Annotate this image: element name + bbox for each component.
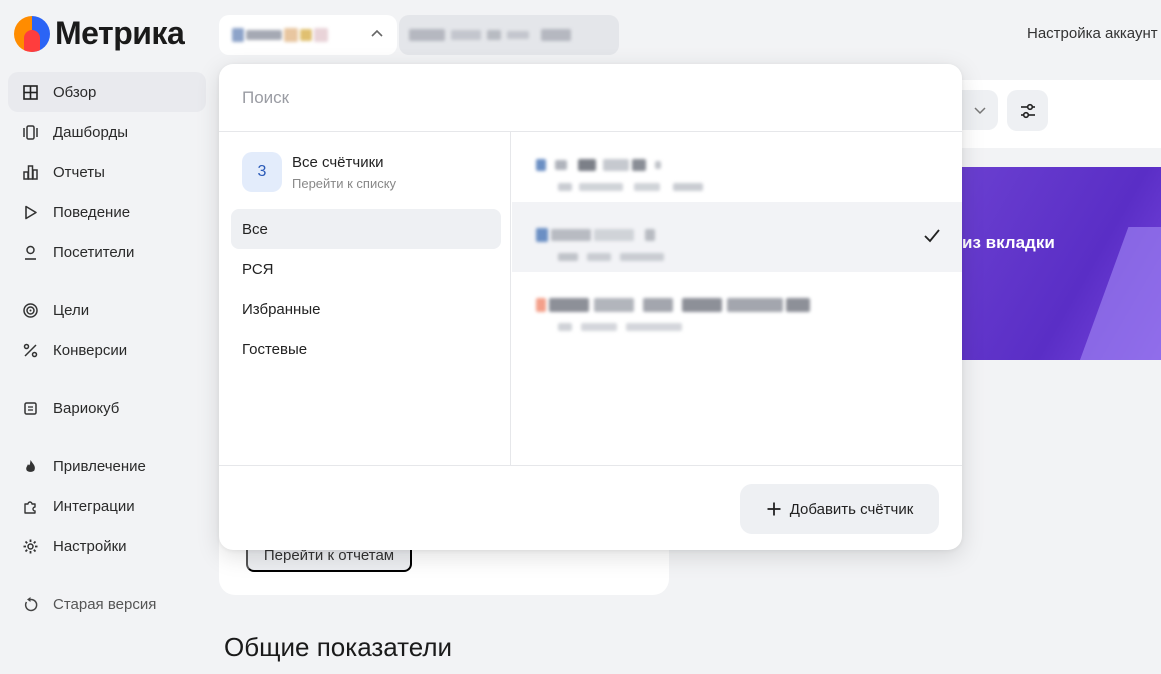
category-guest[interactable]: Гостевые [231, 329, 501, 369]
sidebar-item-label: Обзор [53, 83, 97, 101]
sidebar-item-label: Отчеты [53, 163, 105, 181]
puzzle-icon [22, 498, 39, 515]
counter-list-item-selected[interactable] [512, 202, 962, 272]
sidebar-item-label: Интеграции [53, 497, 135, 515]
sidebar-item-goals[interactable]: Цели [8, 290, 206, 330]
bar-chart-icon [22, 164, 39, 181]
sidebar-item-label: Старая версия [53, 595, 157, 613]
sidebar-item-label: Настройки [53, 537, 127, 555]
logo-text: Метрика [55, 15, 185, 51]
period-select[interactable] [962, 90, 998, 130]
flame-icon [22, 458, 39, 475]
section-title: Общие показатели [224, 632, 453, 662]
all-counters-link[interactable]: 3 Все счётчики Перейти к списку [242, 152, 396, 192]
sidebar-item-visitors[interactable]: Посетители [8, 232, 206, 272]
metrika-logo-icon [14, 15, 50, 52]
person-icon [22, 244, 39, 261]
sidebar-item-overview[interactable]: Обзор [8, 72, 206, 112]
sidebar-item-dashboards[interactable]: Дашборды [8, 112, 206, 152]
filter-settings-button[interactable] [1007, 90, 1048, 131]
sidebar-item-label: Конверсии [53, 341, 128, 359]
sidebar: Обзор Дашборды Отчеты Поведение Посетите… [8, 72, 206, 624]
category-favorites[interactable]: Избранные [231, 289, 501, 329]
sliders-icon [1020, 103, 1035, 118]
sidebar-item-old-version[interactable]: Старая версия [8, 584, 206, 624]
add-counter-button[interactable]: Добавить счётчик [740, 484, 939, 534]
undo-icon [22, 596, 39, 613]
sidebar-item-settings[interactable]: Настройки [8, 526, 206, 566]
target-icon [22, 302, 39, 319]
category-all[interactable]: Все [231, 209, 501, 249]
counter-list [512, 132, 962, 465]
metrika-logo[interactable]: Метрика [14, 15, 185, 52]
sidebar-item-variocube[interactable]: Вариокуб [8, 388, 206, 428]
sidebar-item-label: Вариокуб [53, 399, 120, 417]
chevron-up-icon [369, 26, 385, 45]
promo-banner[interactable]: из вкладки [962, 167, 1161, 360]
account-settings-link[interactable]: Настройка аккаунт [1027, 25, 1158, 42]
sidebar-item-behavior[interactable]: Поведение [8, 192, 206, 232]
play-icon [22, 204, 39, 221]
popup-footer: Добавить счётчик [219, 465, 962, 550]
sidebar-item-acquisition[interactable]: Привлечение [8, 446, 206, 486]
checkmark-icon [924, 229, 940, 243]
search-bar [219, 64, 962, 132]
all-counters-title: Все счётчики [292, 154, 384, 171]
sidebar-item-integrations[interactable]: Интеграции [8, 486, 206, 526]
counter-url-field[interactable] [399, 15, 619, 55]
percent-icon [22, 342, 39, 359]
grid-icon [22, 84, 39, 101]
counter-favicon-blurred [232, 28, 244, 42]
sidebar-item-conversions[interactable]: Конверсии [8, 330, 206, 370]
category-panel: 3 Все счётчики Перейти к списку Все РСЯ … [219, 132, 511, 465]
promo-text: из вкладки [962, 233, 1055, 252]
all-counters-subtitle: Перейти к списку [292, 176, 397, 191]
counter-dropdown: 3 Все счётчики Перейти к списку Все РСЯ … [219, 64, 962, 550]
sidebar-item-label: Привлечение [53, 457, 146, 475]
sidebar-item-label: Дашборды [53, 123, 128, 141]
chevron-down-icon [974, 107, 986, 115]
dashboard-icon [22, 124, 39, 141]
sidebar-item-label: Цели [53, 301, 90, 319]
cube-icon [22, 400, 39, 417]
search-input[interactable] [242, 87, 922, 108]
gear-icon [22, 538, 39, 555]
category-rsya[interactable]: РСЯ [231, 249, 501, 289]
counter-select-button[interactable] [219, 15, 397, 55]
counter-list-item[interactable] [512, 272, 962, 342]
counters-count-badge: 3 [242, 152, 282, 192]
sidebar-item-label: Посетители [53, 243, 135, 261]
category-list: Все РСЯ Избранные Гостевые [231, 209, 501, 369]
sidebar-item-label: Поведение [53, 203, 131, 221]
plus-icon [767, 502, 781, 516]
counter-list-item[interactable] [512, 132, 962, 202]
add-counter-label: Добавить счётчик [789, 500, 914, 518]
sidebar-item-reports[interactable]: Отчеты [8, 152, 206, 192]
